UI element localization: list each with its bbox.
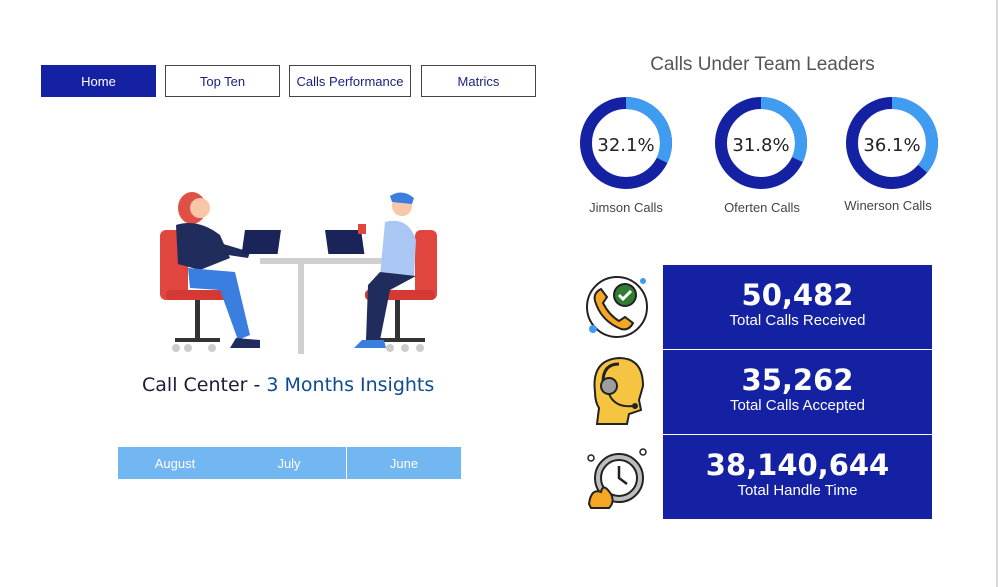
kpi-label: Total Handle Time (737, 482, 858, 499)
page-title-prefix: Call Center - (142, 374, 267, 396)
donut-jimson-label: Jimson Calls (589, 200, 663, 215)
headset-agent-icon (593, 356, 645, 425)
nav-matrics-button[interactable]: Matrics (421, 65, 536, 97)
month-august[interactable]: August (118, 447, 232, 479)
donut-oferten-label: Oferten Calls (724, 200, 800, 215)
call-center-agents-illustration (160, 192, 437, 354)
donut-winerson: 36.1% (846, 97, 938, 189)
kpi-total-calls-accepted: 35,262 Total Calls Accepted (663, 350, 932, 434)
month-june[interactable]: June (346, 447, 461, 479)
kpi-total-calls-received: 50,482 Total Calls Received (663, 265, 932, 349)
donut-oferten: 31.8% (715, 97, 807, 189)
kpi-value: 50,482 (741, 278, 854, 312)
phone-check-icon (586, 276, 648, 338)
team-leaders-title: Calls Under Team Leaders (650, 54, 875, 75)
page-title: Call Center - 3 Months Insights (142, 374, 434, 396)
kpi-value: 35,262 (741, 363, 854, 397)
clock-icon (587, 448, 647, 509)
month-july[interactable]: July (232, 447, 346, 479)
kpi-label: Total Calls Received (729, 312, 866, 329)
kpi-total-handle-time: 38,140,644 Total Handle Time (663, 435, 932, 519)
donut-jimson: 32.1% (580, 97, 672, 189)
nav-top-ten-button[interactable]: Top Ten (165, 65, 280, 97)
kpi-value: 38,140,644 (705, 448, 890, 482)
donut-oferten-value: 31.8% (732, 135, 789, 156)
kpi-label: Total Calls Accepted (729, 397, 866, 414)
donut-winerson-value: 36.1% (863, 135, 920, 156)
nav-calls-performance-button[interactable]: Calls Performance (289, 65, 411, 97)
month-filter-bar: August July June (118, 447, 461, 479)
page-title-accent: 3 Months Insights (266, 374, 435, 396)
donut-winerson-label: Winerson Calls (844, 198, 932, 213)
nav-home-button[interactable]: Home (41, 65, 156, 97)
donut-jimson-value: 32.1% (597, 135, 654, 156)
